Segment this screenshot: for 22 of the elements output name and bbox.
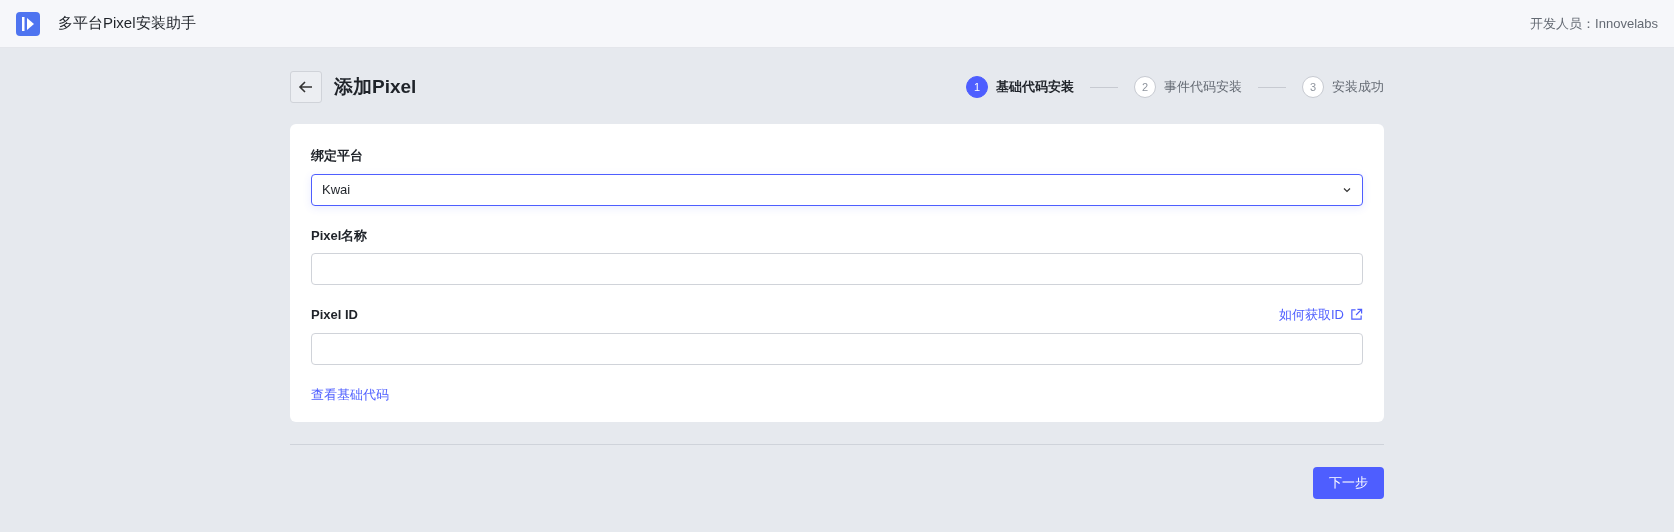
- app-logo-icon: [16, 11, 40, 36]
- external-link-icon: [1350, 308, 1363, 322]
- step-number: 3: [1302, 76, 1324, 98]
- step-number: 1: [966, 76, 988, 98]
- input-field[interactable]: [311, 332, 1363, 365]
- back-arrow-icon: [298, 79, 314, 95]
- app-title: 多平台Pixel安装助手: [58, 13, 196, 34]
- developer-label: 开发人员：Innovelabs: [1530, 14, 1658, 33]
- next-button[interactable]: 下一步: [1313, 467, 1384, 499]
- view-code-link[interactable]: 查看基础代码: [311, 386, 389, 402]
- input-field[interactable]: [311, 253, 1363, 285]
- field-label: 绑定平台: [311, 147, 363, 165]
- step-label[interactable]: 事件代码安装: [1164, 77, 1242, 97]
- help-link[interactable]: 如何获取ID: [1279, 305, 1363, 325]
- back-button[interactable]: [290, 71, 322, 103]
- step-number: 2: [1134, 76, 1156, 98]
- page-title: 添加Pixel: [334, 74, 417, 99]
- platform-select[interactable]: Kwai: [311, 173, 1363, 206]
- field-label: Pixel名称: [311, 226, 368, 245]
- field-label: Pixel ID: [311, 306, 358, 324]
- step-label[interactable]: 安装成功: [1332, 77, 1384, 97]
- step-label[interactable]: 基础代码安装: [996, 77, 1074, 97]
